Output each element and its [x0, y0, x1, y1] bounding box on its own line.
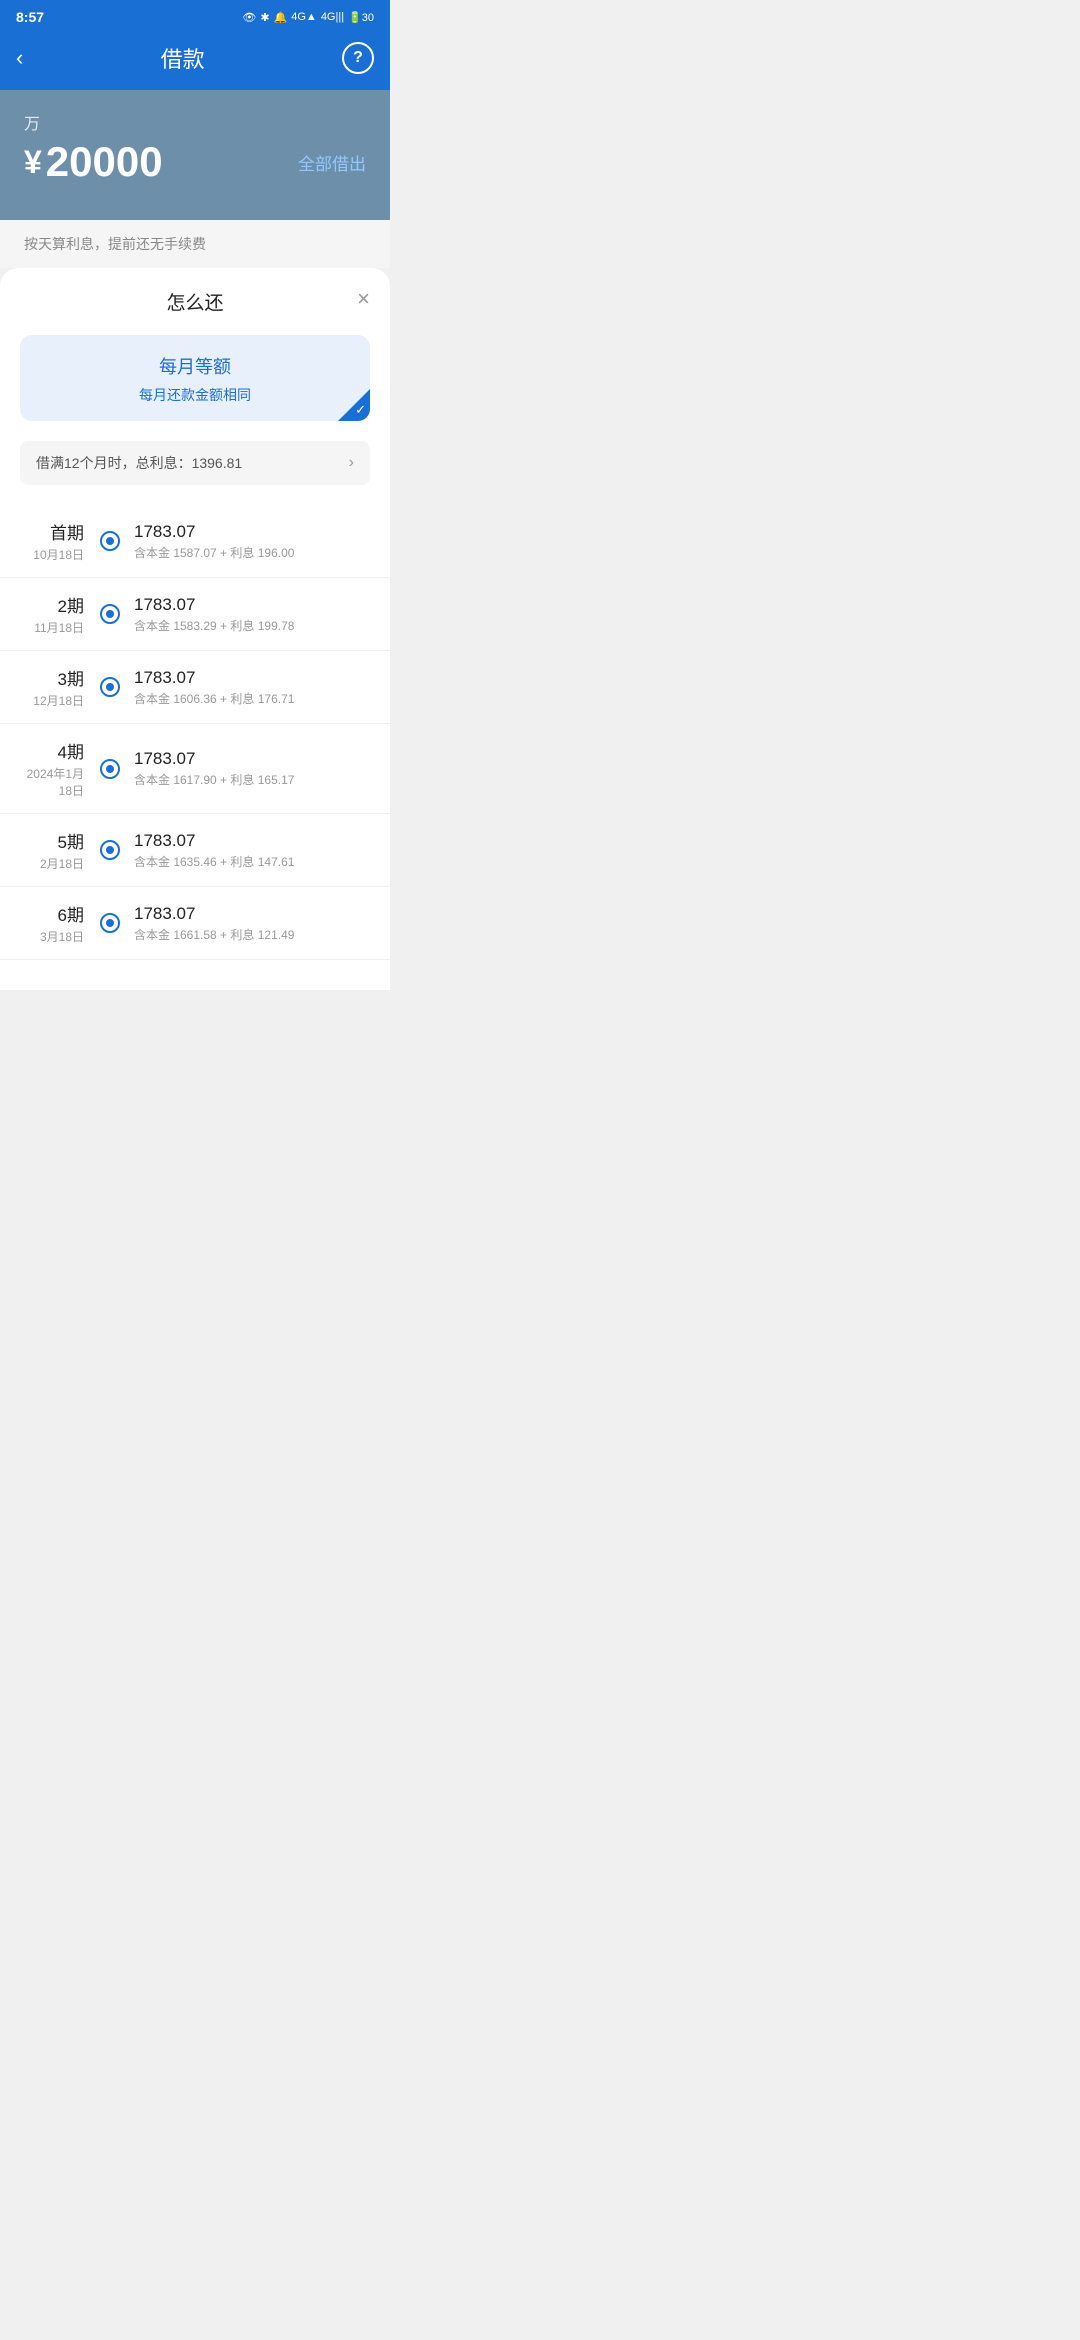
dot-inner: [106, 610, 114, 618]
period-label: 4期: [20, 738, 84, 763]
payment-breakdown: 含本金 1635.46 + 利息 147.61: [134, 853, 370, 870]
dot-inner: [106, 846, 114, 854]
period-label: 5期: [20, 828, 84, 853]
payment-details: 1783.07 含本金 1635.46 + 利息 147.61: [134, 831, 370, 870]
payment-details: 1783.07 含本金 1661.58 + 利息 121.49: [134, 904, 370, 943]
payment-details: 1783.07 含本金 1587.07 + 利息 196.00: [134, 522, 370, 561]
payment-dot: [100, 531, 120, 551]
loan-desc: 按天算利息，提前还无手续费: [0, 220, 390, 268]
all-out-button[interactable]: 全部借出: [298, 150, 366, 175]
dot-inner: [106, 919, 114, 927]
payment-period: 2期 11月18日: [20, 592, 100, 636]
battery-icon: 🔋30: [348, 11, 374, 24]
period-date: 10月18日: [20, 546, 84, 563]
payment-details: 1783.07 含本金 1606.36 + 利息 176.71: [134, 668, 370, 707]
currency-symbol: ¥: [24, 144, 42, 181]
payment-item: 3期 12月18日 1783.07 含本金 1606.36 + 利息 176.7…: [0, 651, 390, 724]
interest-info-row[interactable]: 借满12个月时，总利息：1396.81 ›: [20, 441, 370, 485]
header: ‹ 借款 ?: [0, 32, 390, 90]
payment-period: 3期 12月18日: [20, 665, 100, 709]
payment-amount: 1783.07: [134, 595, 370, 615]
payment-dot: [100, 913, 120, 933]
payment-breakdown: 含本金 1587.07 + 利息 196.00: [134, 544, 370, 561]
dot-inner: [106, 683, 114, 691]
period-label: 首期: [20, 519, 84, 544]
payment-item: 2期 11月18日 1783.07 含本金 1583.29 + 利息 199.7…: [0, 578, 390, 651]
dot-inner: [106, 765, 114, 773]
loan-unit-label: 万: [24, 110, 366, 134]
payment-dot: [100, 677, 120, 697]
bluetooth-icon: ✱: [260, 11, 269, 24]
bottom-sheet: 怎么还 × 每月等额 每月还款金额相同 ✓ 借满12个月时，总利息：1396.8…: [0, 268, 390, 990]
loan-amount: ¥ 20000: [24, 138, 163, 186]
payment-dot: [100, 840, 120, 860]
sheet-title: 怎么还: [166, 288, 223, 315]
signal-icon: 4G▲: [291, 11, 317, 23]
payment-period: 4期 2024年1月18日: [20, 738, 100, 799]
repayment-option-card[interactable]: 每月等额 每月还款金额相同 ✓: [20, 335, 370, 421]
status-time: 8:57: [16, 9, 44, 25]
payment-item: 4期 2024年1月18日 1783.07 含本金 1617.90 + 利息 1…: [0, 724, 390, 814]
payment-details: 1783.07 含本金 1617.90 + 利息 165.17: [134, 749, 370, 788]
period-label: 3期: [20, 665, 84, 690]
payment-amount: 1783.07: [134, 904, 370, 924]
bell-icon: 🔔: [274, 11, 288, 24]
period-label: 2期: [20, 592, 84, 617]
period-date: 12月18日: [20, 692, 84, 709]
payment-item: 6期 3月18日 1783.07 含本金 1661.58 + 利息 121.49: [0, 887, 390, 960]
payment-amount: 1783.07: [134, 831, 370, 851]
status-icons: 👁 ✱ 🔔 4G▲ 4G||| 🔋30: [242, 11, 374, 24]
payment-breakdown: 含本金 1617.90 + 利息 165.17: [134, 771, 370, 788]
interest-info-text: 借满12个月时，总利息：1396.81: [36, 453, 242, 473]
help-button[interactable]: ?: [342, 42, 374, 74]
payment-period: 6期 3月18日: [20, 901, 100, 945]
back-button[interactable]: ‹: [16, 45, 23, 71]
payment-breakdown: 含本金 1661.58 + 利息 121.49: [134, 926, 370, 943]
payment-details: 1783.07 含本金 1583.29 + 利息 199.78: [134, 595, 370, 634]
payment-item: 5期 2月18日 1783.07 含本金 1635.46 + 利息 147.61: [0, 814, 390, 887]
page-title: 借款: [161, 42, 205, 74]
sheet-header: 怎么还 ×: [0, 268, 390, 325]
payment-amount: 1783.07: [134, 749, 370, 769]
signal2-icon: 4G|||: [321, 11, 344, 23]
payment-list: 首期 10月18日 1783.07 含本金 1587.07 + 利息 196.0…: [0, 505, 390, 970]
payment-dot: [100, 604, 120, 624]
dot-inner: [106, 537, 114, 545]
period-date: 11月18日: [20, 619, 84, 636]
period-label: 6期: [20, 901, 84, 926]
payment-period: 5期 2月18日: [20, 828, 100, 872]
status-bar: 8:57 👁 ✱ 🔔 4G▲ 4G||| 🔋30: [0, 0, 390, 32]
payment-period: 首期 10月18日: [20, 519, 100, 563]
option-title: 每月等额: [40, 353, 350, 379]
loan-amount-row: ¥ 20000 全部借出: [24, 138, 366, 186]
payment-amount: 1783.07: [134, 668, 370, 688]
payment-breakdown: 含本金 1583.29 + 利息 199.78: [134, 617, 370, 634]
payment-item: 首期 10月18日 1783.07 含本金 1587.07 + 利息 196.0…: [0, 505, 390, 578]
payment-dot: [100, 759, 120, 779]
loan-amount-value: 20000: [46, 138, 163, 186]
period-date: 3月18日: [20, 928, 84, 945]
period-date: 2024年1月18日: [20, 765, 84, 799]
option-subtitle: 每月还款金额相同: [40, 385, 350, 405]
payment-amount: 1783.07: [134, 522, 370, 542]
eye-icon: 👁: [242, 11, 256, 24]
payment-breakdown: 含本金 1606.36 + 利息 176.71: [134, 690, 370, 707]
period-date: 2月18日: [20, 855, 84, 872]
loan-card: 万 ¥ 20000 全部借出: [0, 90, 390, 220]
info-arrow-icon: ›: [349, 454, 354, 472]
sheet-close-button[interactable]: ×: [357, 286, 370, 312]
checkmark-icon: ✓: [355, 402, 366, 418]
